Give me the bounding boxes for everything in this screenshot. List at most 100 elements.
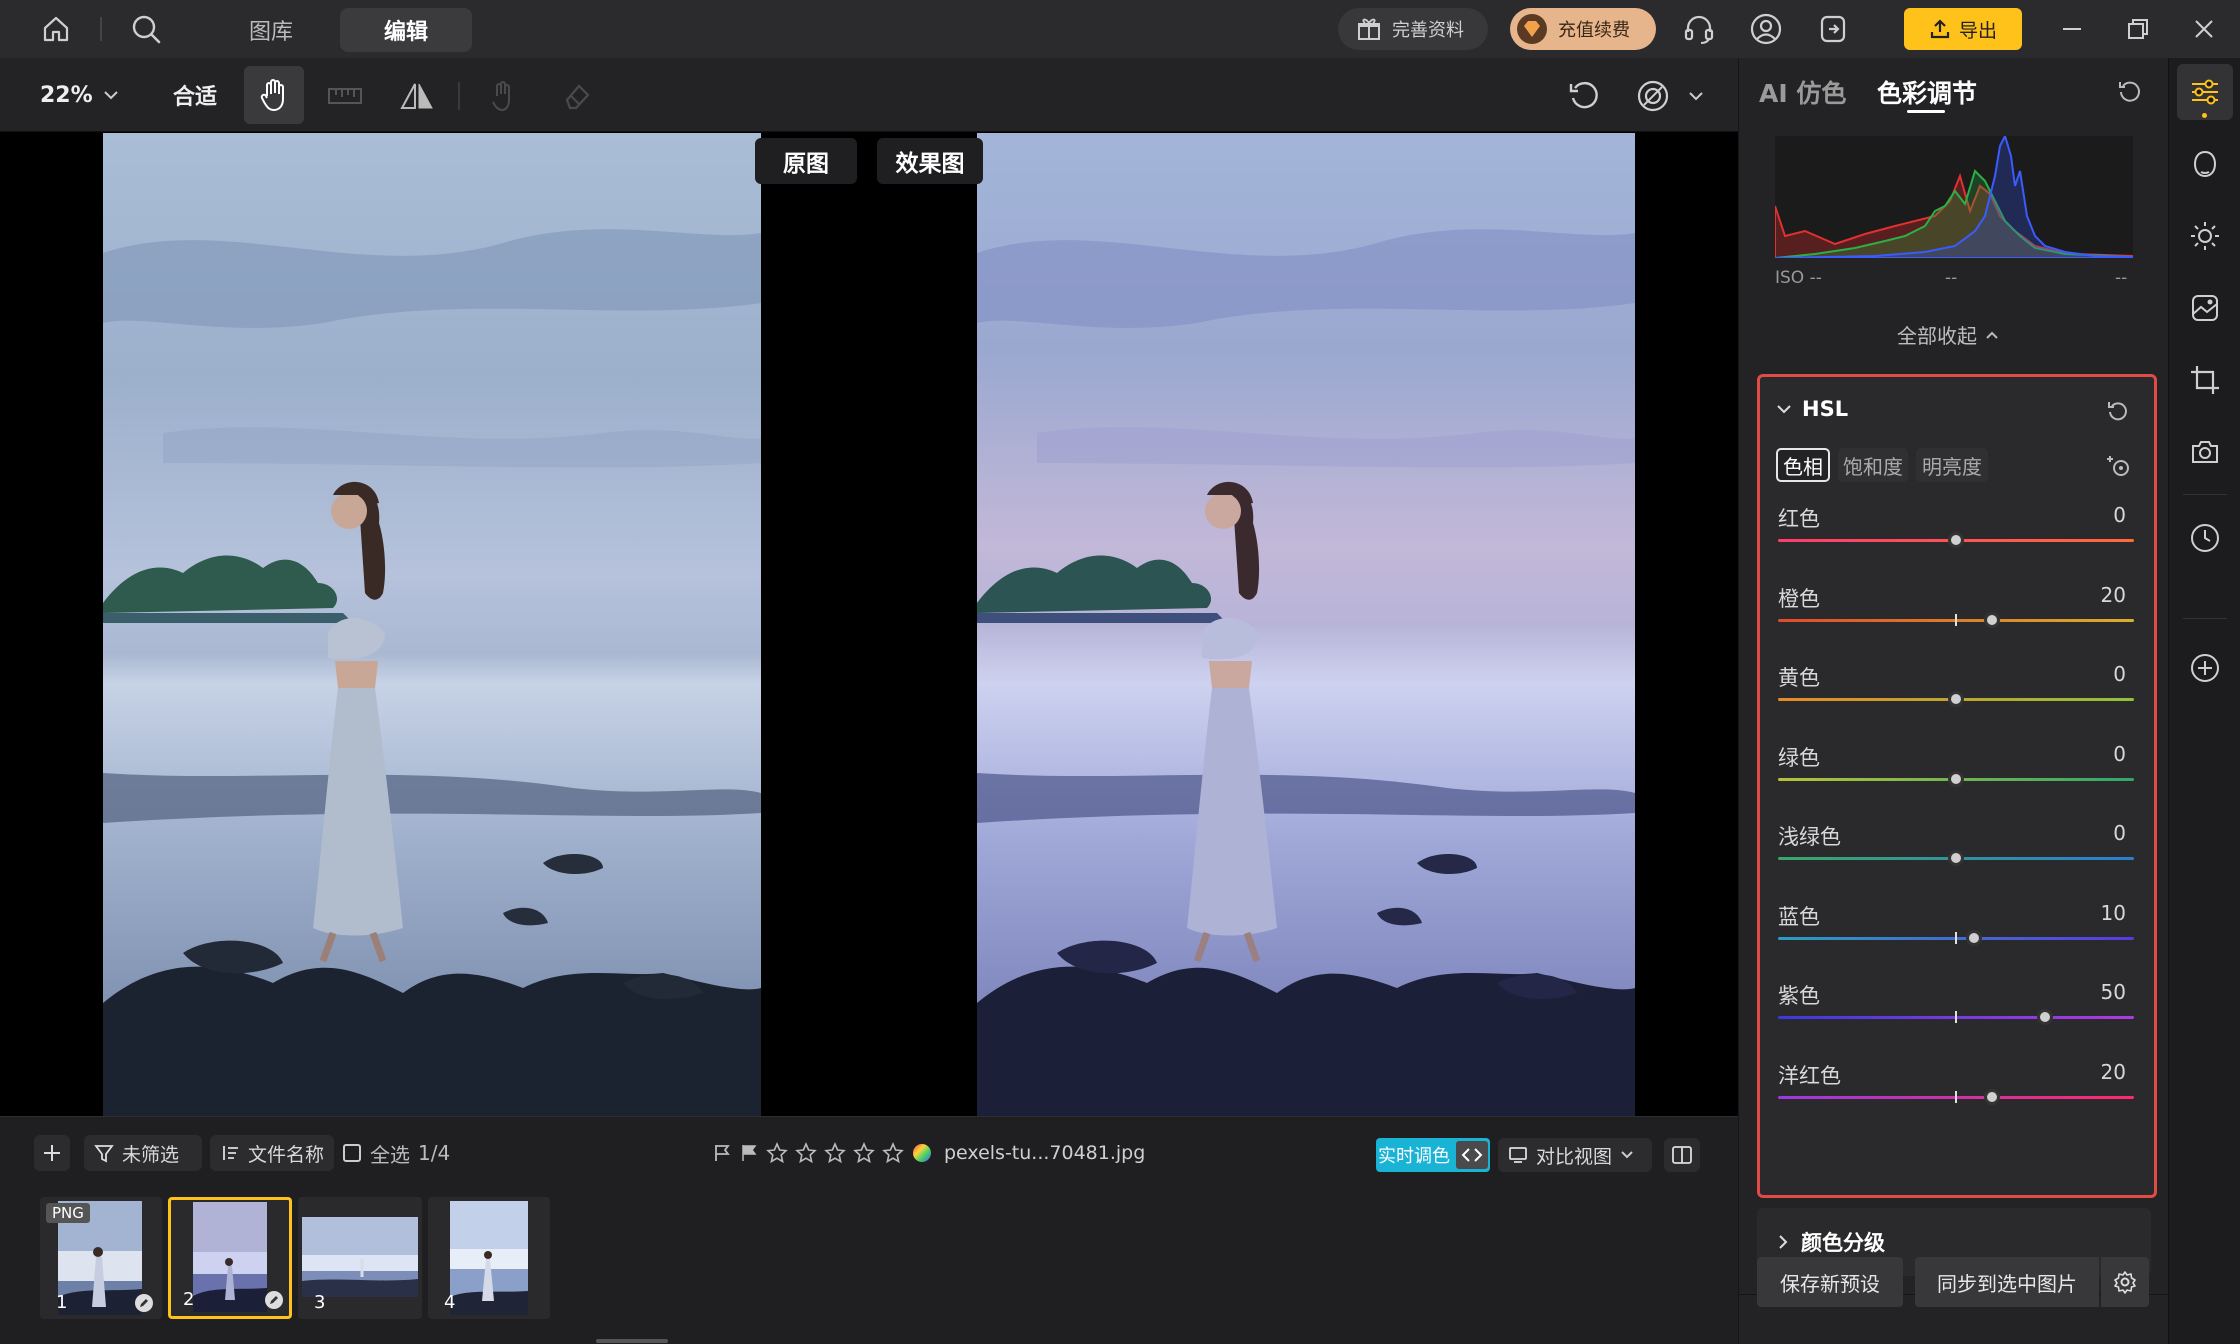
chevron-down-icon[interactable]	[1682, 86, 1710, 106]
hand-tool-button[interactable]	[244, 66, 304, 124]
image-canvas[interactable]: 原图 效果图	[0, 132, 1738, 1116]
crop-icon[interactable]	[2185, 360, 2225, 400]
mirror-icon[interactable]	[396, 76, 438, 116]
slider-center-mark	[1955, 931, 1957, 944]
thumbnail[interactable]: 4	[428, 1197, 550, 1319]
subtab-luminance[interactable]: 明亮度	[1916, 448, 1988, 482]
home-icon[interactable]	[36, 9, 76, 49]
add-image-button[interactable]	[34, 1135, 70, 1171]
fit-button[interactable]: 合适	[160, 78, 230, 112]
hsl-row-value[interactable]: 0	[2113, 821, 2126, 845]
sync-settings-button[interactable]	[2101, 1257, 2149, 1307]
sliders-icon[interactable]	[2185, 72, 2225, 112]
camera-icon[interactable]	[2185, 432, 2225, 472]
retouch-hand-icon[interactable]	[482, 76, 524, 116]
thumbnail-number: 1	[56, 1292, 68, 1313]
hsl-slider-knob[interactable]	[1948, 532, 1964, 548]
star-icon[interactable]	[882, 1142, 904, 1164]
select-all-checkbox[interactable]: 全选 1/4	[342, 1135, 450, 1171]
top-bar: 图库 编辑 完善资料 充值续费 导出	[0, 0, 2240, 58]
hsl-row-value[interactable]: 0	[2113, 662, 2126, 686]
reset-icon[interactable]	[2117, 78, 2143, 104]
original-photo	[103, 133, 761, 1116]
compare-circles-icon[interactable]	[1632, 76, 1674, 116]
hsl-row-value[interactable]: 20	[2101, 1060, 2126, 1084]
aperture-value: --	[1945, 268, 1958, 288]
edited-pen-icon	[134, 1293, 154, 1313]
complete-profile-button[interactable]: 完善资料	[1338, 8, 1488, 50]
color-label-icon[interactable]	[911, 1142, 933, 1164]
hsl-row-value[interactable]: 20	[2101, 583, 2126, 607]
eraser-icon[interactable]	[556, 76, 598, 116]
thumbnail-number: 3	[314, 1292, 326, 1313]
hsl-header[interactable]: HSL	[1776, 397, 1848, 421]
tab-color-adjust[interactable]: 色彩调节	[1877, 74, 1977, 110]
thumbnail-selected[interactable]: 2	[168, 1197, 292, 1319]
hsl-slider-knob[interactable]	[1965, 929, 1982, 946]
user-icon[interactable]	[1746, 9, 1786, 49]
headset-icon[interactable]	[1679, 9, 1719, 49]
zoom-select[interactable]: 22%	[40, 78, 119, 112]
hsl-row-value[interactable]: 50	[2101, 980, 2126, 1004]
compare-view-select[interactable]: 对比视图	[1498, 1138, 1652, 1172]
subtab-hue[interactable]: 色相	[1776, 448, 1830, 482]
hsl-slider-knob[interactable]	[1948, 691, 1964, 707]
slider-center-mark	[1955, 1011, 1957, 1023]
history-clock-icon[interactable]	[2185, 518, 2225, 558]
star-icon[interactable]	[824, 1142, 846, 1164]
selection-count: 1/4	[418, 1141, 451, 1165]
add-circle-icon[interactable]	[2185, 648, 2225, 688]
filter-button[interactable]: 未筛选	[84, 1135, 202, 1171]
divider	[100, 17, 102, 41]
face-retouch-icon[interactable]	[2185, 144, 2225, 184]
hsl-section: HSL 色相 饱和度 明亮度 红色 0 橙色 20 黄色 0 绿色 0 浅绿色 0 蓝色 10 紫色 50…	[1757, 374, 2157, 1198]
tab-gallery[interactable]: 图库	[222, 8, 320, 52]
sort-button[interactable]: 文件名称	[210, 1135, 334, 1171]
star-icon[interactable]	[853, 1142, 875, 1164]
share-out-icon[interactable]	[1813, 9, 1853, 49]
reject-flag-icon[interactable]	[739, 1143, 759, 1163]
undo-icon[interactable]	[1562, 76, 1604, 116]
chevron-down-icon	[1620, 1150, 1634, 1160]
hsl-slider-knob[interactable]	[1983, 1088, 2000, 1105]
hsl-slider-knob[interactable]	[1948, 770, 1964, 787]
active-dot	[2202, 113, 2207, 118]
flag-icon[interactable]	[712, 1143, 732, 1163]
thumbnail[interactable]: 3	[298, 1197, 422, 1319]
target-adjust-icon[interactable]	[2106, 453, 2132, 479]
ruler-icon[interactable]	[324, 76, 366, 116]
save-preset-button[interactable]: 保存新预设	[1757, 1257, 1903, 1307]
export-button[interactable]: 导出	[1904, 8, 2022, 50]
star-icon[interactable]	[766, 1142, 788, 1164]
collapse-all-label: 全部收起	[1897, 324, 1977, 348]
image-adjust-icon[interactable]	[2185, 288, 2225, 328]
slider-center-mark	[1955, 613, 1957, 626]
checkbox-icon	[342, 1143, 362, 1163]
thumbnail[interactable]: PNG 1	[40, 1197, 162, 1319]
star-icon[interactable]	[795, 1142, 817, 1164]
split-view-button[interactable]	[1664, 1138, 1700, 1172]
png-badge: PNG	[46, 1203, 90, 1223]
subtab-saturation[interactable]: 饱和度	[1838, 448, 1908, 482]
complete-profile-label: 完善资料	[1392, 20, 1464, 41]
hsl-slider-knob[interactable]	[1983, 611, 2000, 628]
sync-selected-button[interactable]: 同步到选中图片	[1915, 1257, 2099, 1307]
close-icon[interactable]	[2184, 9, 2224, 49]
search-icon[interactable]	[126, 9, 166, 49]
realtime-toggle[interactable]: 实时调色	[1376, 1138, 1490, 1172]
hsl-reset-icon[interactable]	[2106, 399, 2130, 423]
filmstrip-scrollbar[interactable]	[596, 1339, 668, 1343]
collapse-all-button[interactable]: 全部收起	[1897, 320, 1999, 349]
tab-edit[interactable]: 编辑	[340, 8, 472, 52]
hsl-slider-knob[interactable]	[1948, 850, 1964, 866]
hsl-row-value[interactable]: 0	[2113, 742, 2126, 766]
hsl-slider-knob[interactable]	[2037, 1009, 2053, 1025]
brightness-icon[interactable]	[2185, 216, 2225, 256]
restore-icon[interactable]	[2118, 9, 2158, 49]
hsl-row-value[interactable]: 0	[2113, 503, 2126, 527]
hsl-row-value[interactable]: 10	[2101, 901, 2126, 925]
tab-ai-color[interactable]: AI 仿色	[1759, 74, 1846, 110]
recharge-button[interactable]: 充值续费	[1510, 8, 1656, 50]
slider-center-mark	[1955, 1090, 1957, 1103]
minimize-icon[interactable]	[2052, 9, 2092, 49]
